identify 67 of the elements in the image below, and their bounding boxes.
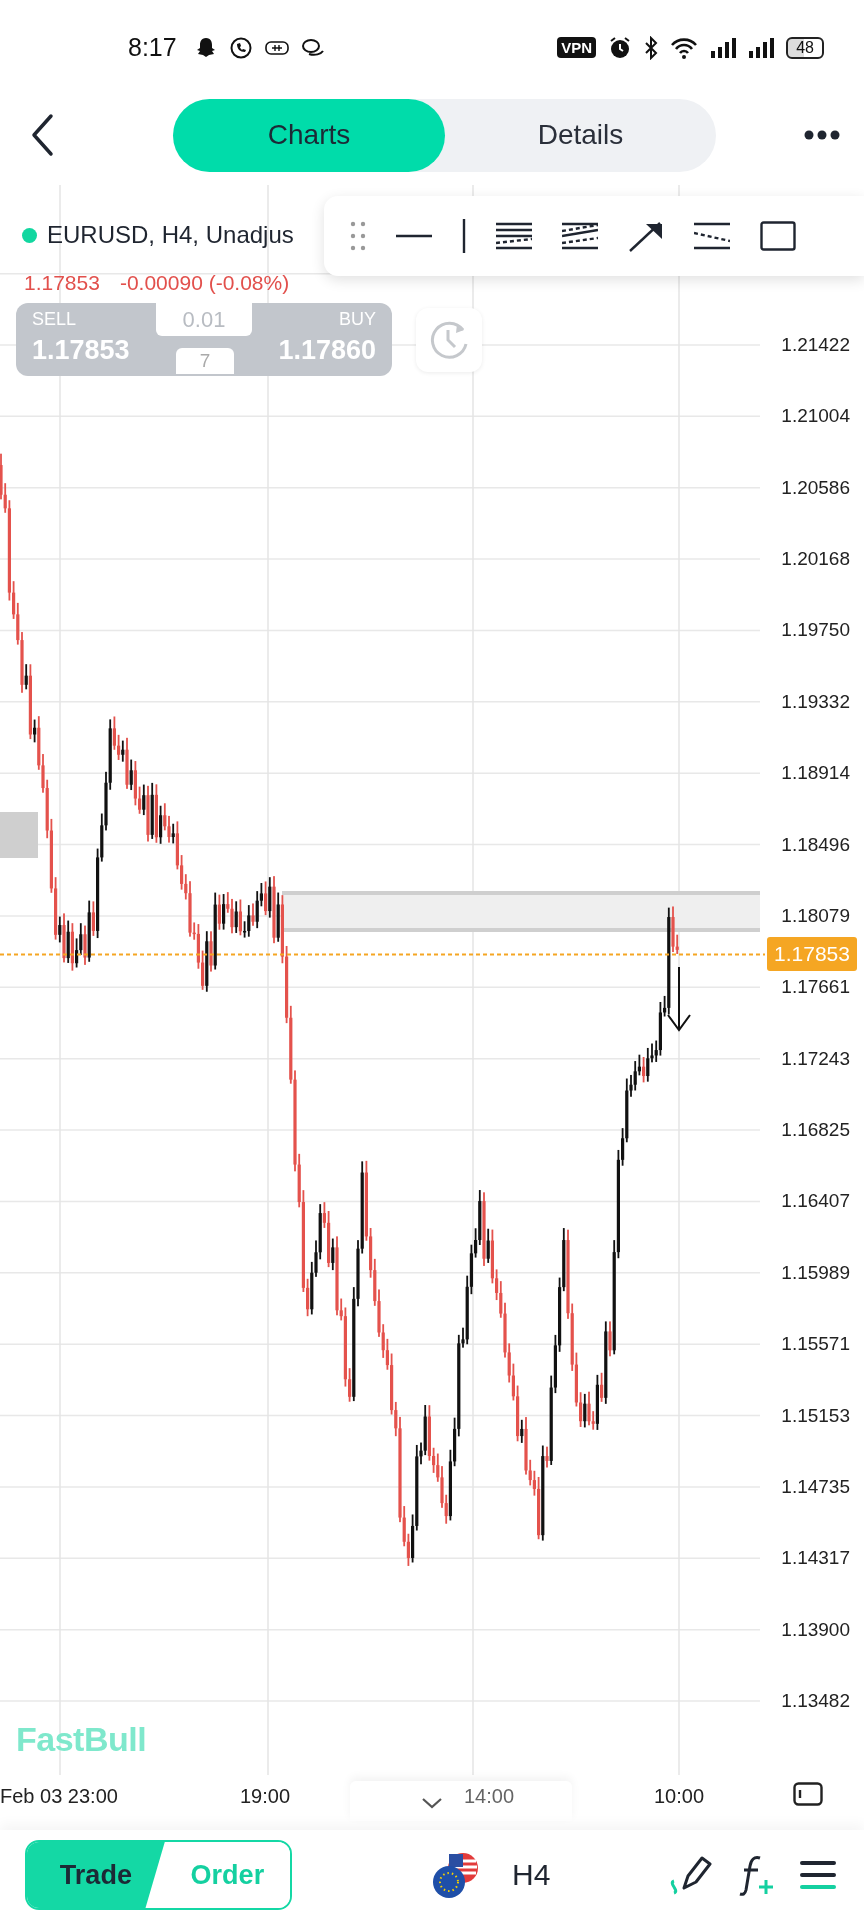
buy-price: 1.17860 bbox=[278, 335, 376, 366]
symbol-title: EURUSD, H4, Unadjus bbox=[47, 221, 294, 249]
price-label: 1.15989 bbox=[781, 1261, 850, 1284]
signal-icon bbox=[748, 36, 775, 59]
battery-level: 48 bbox=[786, 36, 824, 59]
price-label: 1.14735 bbox=[781, 1475, 850, 1498]
price-label: 1.21004 bbox=[781, 405, 850, 428]
channel-icon[interactable] bbox=[496, 221, 532, 251]
function-icon[interactable] bbox=[738, 1854, 774, 1896]
price-label: 1.14317 bbox=[781, 1547, 850, 1570]
price-label: 1.19750 bbox=[781, 619, 850, 642]
card-icon bbox=[264, 39, 289, 56]
chevron-down-icon bbox=[421, 1797, 443, 1809]
buy-label: BUY bbox=[339, 309, 376, 330]
collapse-tab[interactable] bbox=[350, 1781, 572, 1821]
vpn-badge: VPN bbox=[557, 37, 597, 58]
status-dot bbox=[22, 227, 37, 243]
arrow-icon[interactable] bbox=[628, 219, 664, 253]
down-arrow bbox=[667, 966, 691, 1032]
expand-icon[interactable] bbox=[793, 1782, 823, 1806]
menu-icon[interactable] bbox=[800, 1860, 836, 1890]
flags-icon[interactable] bbox=[432, 1851, 480, 1899]
rectangle-icon[interactable] bbox=[760, 221, 796, 251]
price-label: 1.16407 bbox=[781, 1190, 850, 1213]
price-label: 1.20586 bbox=[781, 476, 850, 499]
back-icon[interactable] bbox=[30, 113, 54, 157]
logo: FastBull bbox=[16, 1720, 147, 1759]
price-label: 1.21422 bbox=[781, 334, 850, 356]
time-label: 10:00 bbox=[654, 1785, 705, 1808]
wifi-icon bbox=[670, 35, 699, 60]
vertical-line-icon[interactable] bbox=[462, 219, 466, 253]
price-label: 1.18496 bbox=[781, 833, 850, 856]
spread-value: 7 bbox=[176, 348, 234, 374]
mode-tab[interactable]: Trade bbox=[27, 1842, 165, 1908]
clock-time: 8:17 bbox=[128, 33, 177, 62]
phone-chat-icon bbox=[228, 35, 253, 60]
current-price-badge: 1.17853 bbox=[767, 937, 857, 972]
price-label: 1.17243 bbox=[781, 1047, 850, 1070]
channel-icon[interactable] bbox=[562, 221, 598, 251]
price-label: 1.20168 bbox=[781, 548, 850, 571]
price-label: 1.17661 bbox=[781, 976, 850, 999]
sell-label: SELL bbox=[32, 309, 77, 330]
signal-icon bbox=[710, 36, 737, 59]
price-label: 1.13900 bbox=[781, 1618, 850, 1641]
time-label: 14:00 bbox=[464, 1785, 515, 1808]
price-label: 1.13482 bbox=[781, 1690, 850, 1712]
time-label: 19:00 bbox=[240, 1785, 291, 1808]
price-label: 1.16825 bbox=[781, 1119, 850, 1142]
bluetooth-icon bbox=[644, 35, 659, 60]
more-icon[interactable] bbox=[804, 130, 840, 140]
time-label: Feb 03 23:00 bbox=[0, 1785, 118, 1808]
price-change: -0.00090 (-0.08%) bbox=[119, 271, 290, 295]
price-label: 1.19332 bbox=[781, 690, 850, 713]
price-label: 1.15571 bbox=[781, 1333, 850, 1356]
zone-rectangle bbox=[0, 812, 38, 858]
sell-price: 1.17853 bbox=[32, 335, 130, 366]
channel-icon[interactable] bbox=[694, 221, 730, 251]
horizontal-line-icon[interactable] bbox=[396, 234, 432, 238]
tab[interactable]: Details bbox=[445, 98, 716, 172]
last-price: 1.17853 bbox=[24, 271, 100, 295]
price-label: 1.18079 bbox=[781, 904, 850, 927]
timeframe-selector[interactable]: H4 bbox=[512, 1858, 551, 1892]
price-label: 1.18914 bbox=[781, 762, 850, 785]
tab[interactable]: Charts bbox=[173, 98, 445, 172]
chat-icon bbox=[300, 36, 325, 59]
price-label: 1.15153 bbox=[781, 1404, 850, 1427]
drag-handle-icon[interactable] bbox=[350, 221, 366, 251]
